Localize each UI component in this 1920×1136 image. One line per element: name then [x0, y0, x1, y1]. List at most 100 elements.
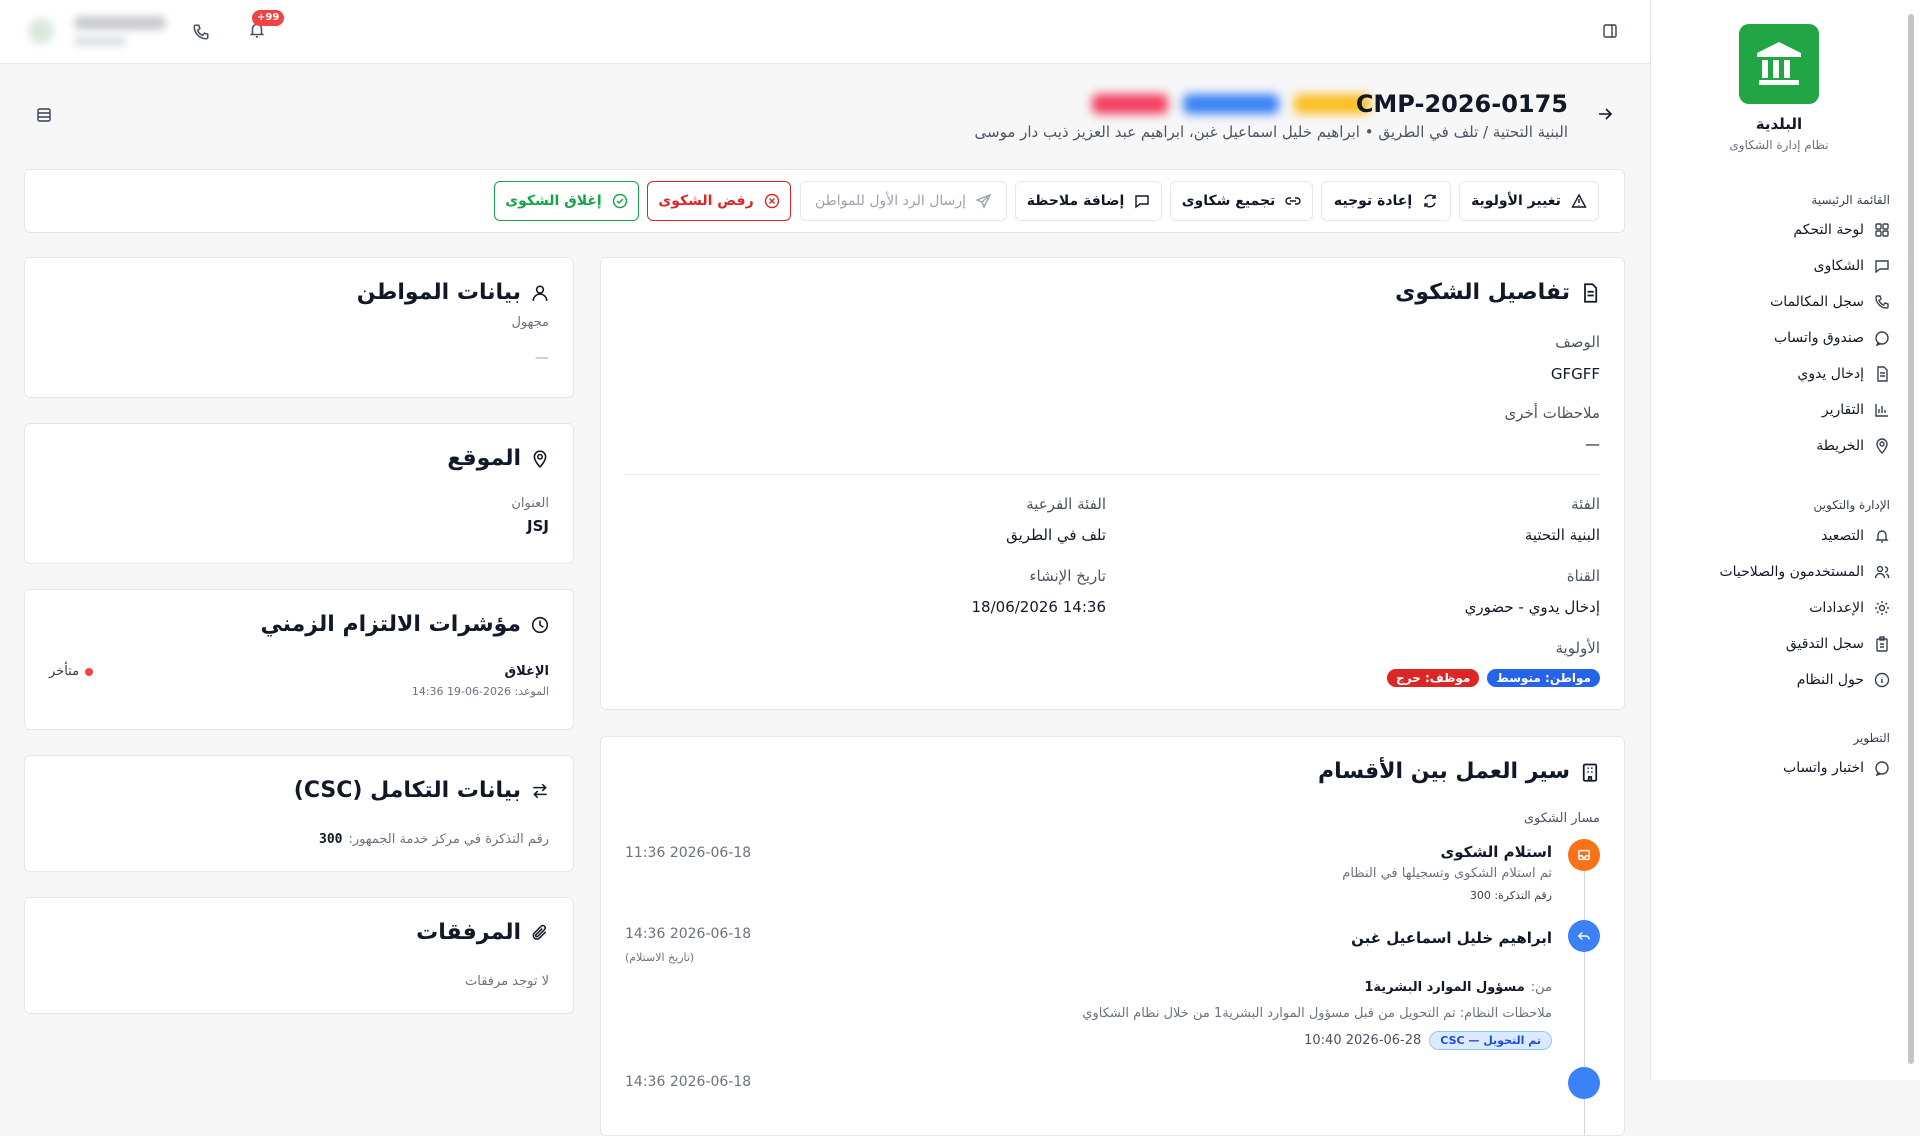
main-content: CMP-2026-0175 البنية التحتية / تلف في ال…	[0, 64, 1650, 1136]
merge-complaints-button[interactable]: تجميع شكاوى	[1170, 181, 1313, 221]
sidebar-item-dashboard[interactable]: لوحة التحكم	[1793, 222, 1890, 238]
refresh-icon	[1424, 194, 1436, 208]
inbox-icon	[1578, 849, 1590, 861]
document-icon	[1584, 282, 1598, 303]
sidebar-toggle-button[interactable]	[1602, 23, 1618, 39]
address-value: JSJ	[527, 517, 549, 535]
timeline-dot-received	[1568, 839, 1600, 871]
reject-complaint-button[interactable]: رفض الشكوى	[647, 181, 791, 221]
sidebar-item-label: سجل التدقيق	[1785, 636, 1864, 652]
paperclip-icon	[532, 924, 547, 940]
attachments-title: المرفقات	[416, 920, 549, 945]
notes-label: ملاحظات أخرى	[1504, 404, 1600, 422]
sidebar-item-map[interactable]: الخريطة	[1816, 438, 1890, 454]
send-first-reply-button[interactable]: إرسال الرد الأول للمواطن	[800, 181, 1007, 221]
location-card: الموقع العنوان JSJ	[24, 423, 574, 564]
user-name-redacted	[74, 16, 166, 30]
section-label-main: القائمة الرئيسية	[1811, 193, 1890, 207]
reply-icon	[1577, 932, 1590, 940]
sla-title: مؤشرات الالتزام الزمني	[260, 612, 549, 637]
brand-subtitle: نظام إدارة الشكاوى	[1729, 138, 1829, 152]
sidebar-item-whatsapp-inbox[interactable]: صندوق واتساب	[1774, 330, 1890, 346]
phone-icon	[193, 24, 209, 40]
sidebar-item-label: اختبار واتساب	[1783, 760, 1864, 776]
chat-icon	[1875, 761, 1889, 776]
sidebar-item-label: إدخال يدوي	[1797, 366, 1864, 382]
top-bar: +99	[0, 0, 1650, 64]
description-label: الوصف	[1555, 333, 1600, 351]
change-priority-button[interactable]: تغيير الأولوية	[1459, 181, 1599, 221]
list-icon	[37, 108, 51, 122]
user-role-redacted	[74, 36, 126, 46]
sidebar-item-settings[interactable]: الإعدادات	[1809, 600, 1890, 616]
close-complaint-button[interactable]: إغلاق الشكوى	[494, 181, 639, 221]
dashboard-icon	[1875, 223, 1889, 237]
user-icon	[532, 284, 548, 301]
sidebar-item-about[interactable]: حول النظام	[1797, 672, 1890, 688]
reroute-button[interactable]: إعادة توجيه	[1321, 181, 1451, 221]
sidebar-item-users[interactable]: المستخدمون والصلاحيات	[1719, 564, 1890, 580]
subcategory-value: تلف في الطريق	[1006, 526, 1106, 544]
users-icon	[1874, 565, 1890, 579]
description-value: GFGFF	[1550, 365, 1600, 383]
workflow-card: سير العمل بين الأقسام مسار الشكوى استلام…	[600, 736, 1625, 1136]
channel-label: القناة	[1566, 567, 1600, 585]
citizen-value: —	[535, 350, 549, 366]
message-icon	[1135, 195, 1150, 209]
subcategory-label: الفئة الفرعية	[1026, 495, 1106, 513]
sidebar-item-label: الخريطة	[1816, 438, 1864, 454]
section-label-admin: الإدارة والتكوين	[1813, 498, 1890, 512]
event-transfer-notes: ملاحظات النظام: تم التحويل من قبل مسؤول …	[1082, 1006, 1552, 1021]
arrow-right-icon	[1599, 108, 1613, 120]
channel-value: إدخال يدوي - حضوري	[1464, 598, 1600, 616]
list-view-button[interactable]	[36, 107, 52, 123]
sla-status: متأخر	[49, 664, 94, 679]
chat-icon	[1875, 331, 1889, 346]
event-received-desc: تم استلام الشكوى وتسجيلها في النظام	[1342, 866, 1552, 881]
integration-card: بيانات التكامل (CSC) رقم التذكرة في مركز…	[24, 755, 574, 872]
municipality-logo[interactable]	[1739, 24, 1819, 104]
add-note-button[interactable]: إضافة ملاحظة	[1015, 181, 1162, 221]
sidebar: البلدية نظام إدارة الشكاوى القائمة الرئي…	[1650, 0, 1920, 1080]
event-transfer-title: ابراهيم خليل اسماعيل غبن	[1351, 929, 1552, 947]
document-icon	[1877, 366, 1888, 382]
sla-card: مؤشرات الالتزام الزمني الإغلاق الموعد: 2…	[24, 589, 574, 730]
sidebar-item-label: الشكاوى	[1813, 258, 1864, 274]
message-icon	[1875, 260, 1889, 274]
sidebar-item-label: المستخدمون والصلاحيات	[1719, 564, 1864, 580]
event-transfer-time: 2026-06-18 14:36	[625, 926, 752, 942]
event-next-time: 2026-06-18 14:36	[625, 1074, 752, 1090]
sidebar-item-call-log[interactable]: سجل المكالمات	[1770, 294, 1890, 310]
category-value: البنية التحتية	[1524, 526, 1600, 544]
complaint-details-card: تفاصيل الشكوى الوصف GFGFF ملاحظات أخرى —…	[600, 257, 1625, 710]
sidebar-item-manual-entry[interactable]: إدخال يدوي	[1797, 366, 1890, 382]
send-icon	[976, 193, 992, 209]
back-button[interactable]	[1597, 106, 1613, 122]
priority-label: الأولوية	[1555, 639, 1600, 657]
citizen-priority-badge: مواطن: متوسط	[1487, 669, 1600, 687]
location-title: الموقع	[447, 446, 549, 471]
citizen-name: مجهول	[511, 315, 549, 330]
citizen-card: بيانات المواطن مجهول —	[24, 257, 574, 398]
sidebar-item-label: الإعدادات	[1809, 600, 1864, 616]
workflow-path-label: مسار الشكوى	[1523, 811, 1600, 826]
staff-priority-badge: موظف: حرج	[1387, 669, 1480, 687]
phone-button[interactable]	[192, 23, 210, 41]
clock-icon	[531, 616, 549, 633]
sidebar-item-audit-log[interactable]: سجل التدقيق	[1786, 636, 1890, 652]
sidebar-item-escalation[interactable]: التصعيد	[1821, 528, 1890, 544]
sidebar-item-reports[interactable]: التقارير	[1822, 402, 1890, 418]
event-received-time: 2026-06-18 11:36	[625, 845, 752, 861]
attachments-card: المرفقات لا توجد مرفقات	[24, 897, 574, 1014]
sidebar-item-complaints[interactable]: الشكاوى	[1814, 258, 1890, 274]
avatar[interactable]	[28, 18, 54, 44]
sidebar-item-whatsapp-test[interactable]: اختبار واتساب	[1783, 760, 1890, 776]
section-label-dev: التطوير	[1853, 731, 1890, 745]
divider	[625, 474, 1600, 475]
sidebar-item-label: التصعيد	[1821, 528, 1864, 544]
scrollbar-thumb[interactable]	[1908, 14, 1914, 1064]
sidebar-item-label: حول النظام	[1796, 672, 1864, 688]
timeline-dot-next	[1568, 1067, 1600, 1099]
category-label: الفئة	[1571, 495, 1600, 513]
bar-chart-icon	[1875, 404, 1888, 417]
